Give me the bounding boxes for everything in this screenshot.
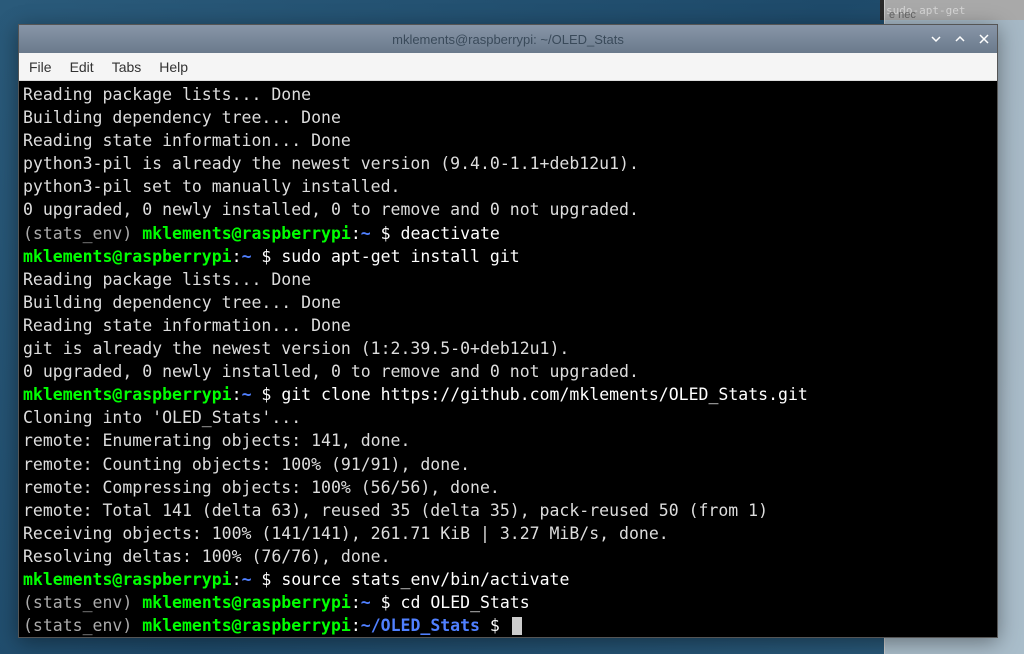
terminal-line: Cloning into 'OLED_Stats'... bbox=[23, 406, 993, 429]
prompt-command: source stats_env/bin/activate bbox=[281, 570, 569, 589]
prompt-path: ~ bbox=[361, 224, 371, 243]
terminal-line: remote: Compressing objects: 100% (56/56… bbox=[23, 476, 993, 499]
terminal-body[interactable]: Reading package lists... Done Building de… bbox=[19, 81, 997, 637]
menu-file[interactable]: File bbox=[29, 59, 52, 75]
terminal-line: Reading state information... Done bbox=[23, 314, 993, 337]
prompt-command: sudo apt-get install git bbox=[281, 247, 519, 266]
prompt-dollar: $ bbox=[252, 247, 282, 266]
terminal-line: (stats_env) mklements@raspberrypi:~ $ cd… bbox=[23, 591, 993, 614]
prompt-colon: : bbox=[232, 385, 242, 404]
window-controls bbox=[929, 32, 991, 46]
prompt-colon: : bbox=[232, 570, 242, 589]
terminal-line: python3-pil is already the newest versio… bbox=[23, 152, 993, 175]
terminal-output: python3-pil set to manually installed. bbox=[23, 177, 401, 196]
close-button[interactable] bbox=[977, 32, 991, 46]
terminal-line: Building dependency tree... Done bbox=[23, 291, 993, 314]
prompt-dollar: $ bbox=[480, 616, 510, 635]
terminal-output: remote: Total 141 (delta 63), reused 35 … bbox=[23, 501, 768, 520]
prompt-dollar: $ bbox=[371, 224, 401, 243]
prompt-env: (stats_env) bbox=[23, 616, 142, 635]
terminal-line: 0 upgraded, 0 newly installed, 0 to remo… bbox=[23, 198, 993, 221]
terminal-line: python3-pil set to manually installed. bbox=[23, 175, 993, 198]
prompt-colon: : bbox=[351, 593, 361, 612]
prompt-path: ~ bbox=[242, 247, 252, 266]
menubar: File Edit Tabs Help bbox=[19, 53, 997, 81]
minimize-button[interactable] bbox=[929, 32, 943, 46]
terminal-line: Building dependency tree... Done bbox=[23, 106, 993, 129]
terminal-line: (stats_env) mklements@raspberrypi:~ $ de… bbox=[23, 222, 993, 245]
close-icon bbox=[978, 33, 990, 45]
terminal-line: remote: Total 141 (delta 63), reused 35 … bbox=[23, 499, 993, 522]
prompt-colon: : bbox=[232, 247, 242, 266]
prompt-path: ~/OLED_Stats bbox=[361, 616, 480, 635]
terminal-output: Resolving deltas: 100% (76/76), done. bbox=[23, 547, 391, 566]
terminal-output: Building dependency tree... Done bbox=[23, 293, 341, 312]
terminal-line: mklements@raspberrypi:~ $ source stats_e… bbox=[23, 568, 993, 591]
menu-help[interactable]: Help bbox=[159, 59, 188, 75]
terminal-output: 0 upgraded, 0 newly installed, 0 to remo… bbox=[23, 200, 639, 219]
terminal-output: Reading package lists... Done bbox=[23, 85, 311, 104]
terminal-output: Building dependency tree... Done bbox=[23, 108, 341, 127]
terminal-output: git is already the newest version (1:2.3… bbox=[23, 339, 569, 358]
prompt-command: git clone https://github.com/mklements/O… bbox=[281, 385, 808, 404]
terminal-line: Resolving deltas: 100% (76/76), done. bbox=[23, 545, 993, 568]
terminal-output: Reading state information... Done bbox=[23, 131, 351, 150]
terminal-line: Reading state information... Done bbox=[23, 129, 993, 152]
cursor bbox=[512, 617, 522, 635]
prompt-env: (stats_env) bbox=[23, 224, 142, 243]
prompt-dollar: $ bbox=[371, 593, 401, 612]
terminal-line: git is already the newest version (1:2.3… bbox=[23, 337, 993, 360]
prompt-user-host: mklements@raspberrypi bbox=[142, 224, 351, 243]
prompt-env: (stats_env) bbox=[23, 593, 142, 612]
terminal-output: Reading state information... Done bbox=[23, 316, 351, 335]
terminal-line: Receiving objects: 100% (141/141), 261.7… bbox=[23, 522, 993, 545]
terminal-output: remote: Compressing objects: 100% (56/56… bbox=[23, 478, 500, 497]
menu-edit[interactable]: Edit bbox=[70, 59, 94, 75]
terminal-line: mklements@raspberrypi:~ $ git clone http… bbox=[23, 383, 993, 406]
prompt-command: cd OLED_Stats bbox=[401, 593, 530, 612]
terminal-output: remote: Counting objects: 100% (91/91), … bbox=[23, 455, 470, 474]
prompt-path: ~ bbox=[242, 385, 252, 404]
chevron-down-icon bbox=[930, 33, 942, 45]
terminal-output: Reading package lists... Done bbox=[23, 270, 311, 289]
prompt-colon: : bbox=[351, 224, 361, 243]
terminal-output: remote: Enumerating objects: 141, done. bbox=[23, 431, 410, 450]
prompt-path: ~ bbox=[242, 570, 252, 589]
prompt-user-host: mklements@raspberrypi bbox=[142, 616, 351, 635]
prompt-dollar: $ bbox=[252, 570, 282, 589]
prompt-user-host: mklements@raspberrypi bbox=[142, 593, 351, 612]
terminal-line: Reading package lists... Done bbox=[23, 268, 993, 291]
maximize-button[interactable] bbox=[953, 32, 967, 46]
terminal-line: Reading package lists... Done bbox=[23, 83, 993, 106]
terminal-output: Cloning into 'OLED_Stats'... bbox=[23, 408, 301, 427]
prompt-user-host: mklements@raspberrypi bbox=[23, 570, 232, 589]
prompt-path: ~ bbox=[361, 593, 371, 612]
terminal-output: Receiving objects: 100% (141/141), 261.7… bbox=[23, 524, 669, 543]
prompt-colon: : bbox=[351, 616, 361, 635]
prompt-user-host: mklements@raspberrypi bbox=[23, 247, 232, 266]
prompt-command: deactivate bbox=[401, 224, 500, 243]
window-title: mklements@raspberrypi: ~/OLED_Stats bbox=[392, 32, 624, 47]
terminal-line: remote: Enumerating objects: 141, done. bbox=[23, 429, 993, 452]
terminal-line: (stats_env) mklements@raspberrypi:~/OLED… bbox=[23, 614, 993, 637]
menu-tabs[interactable]: Tabs bbox=[112, 59, 142, 75]
chevron-up-icon bbox=[954, 33, 966, 45]
terminal-output: python3-pil is already the newest versio… bbox=[23, 154, 639, 173]
terminal-line: remote: Counting objects: 100% (91/91), … bbox=[23, 453, 993, 476]
prompt-user-host: mklements@raspberrypi bbox=[23, 385, 232, 404]
terminal-line: mklements@raspberrypi:~ $ sudo apt-get i… bbox=[23, 245, 993, 268]
terminal-line: 0 upgraded, 0 newly installed, 0 to remo… bbox=[23, 360, 993, 383]
terminal-output: 0 upgraded, 0 newly installed, 0 to remo… bbox=[23, 362, 639, 381]
terminal-window: mklements@raspberrypi: ~/OLED_Stats File… bbox=[18, 24, 998, 638]
prompt-dollar: $ bbox=[252, 385, 282, 404]
titlebar[interactable]: mklements@raspberrypi: ~/OLED_Stats bbox=[19, 25, 997, 53]
